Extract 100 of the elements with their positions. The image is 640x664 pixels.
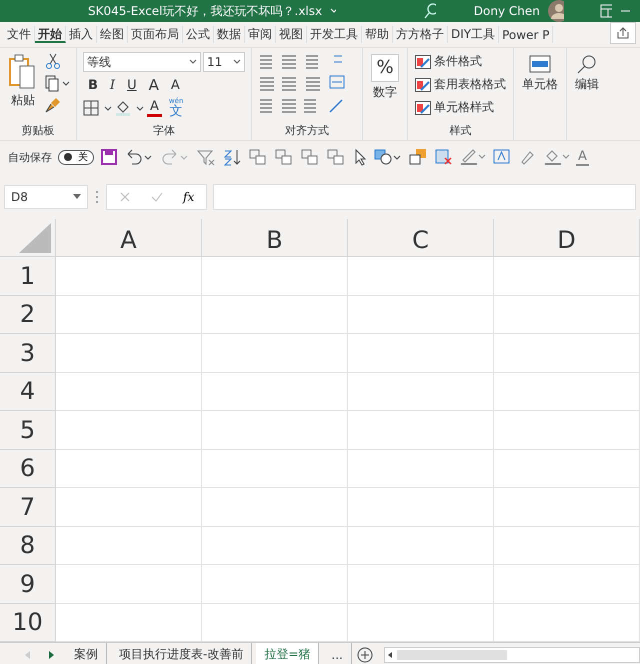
grid-cell[interactable] [56, 257, 202, 296]
row-header[interactable]: 8 [0, 526, 56, 565]
grid-cell[interactable] [56, 334, 202, 372]
grid-cell[interactable] [494, 565, 640, 604]
grid-cell[interactable] [56, 450, 202, 488]
grid-cell[interactable] [56, 296, 202, 334]
grid-cell[interactable] [202, 565, 348, 604]
avatar-icon[interactable] [548, 0, 564, 22]
ribbon-tab[interactable]: 开发工具 [307, 26, 362, 43]
grid-cell[interactable] [494, 296, 640, 334]
select-all-icon[interactable] [19, 223, 51, 253]
font-color-button[interactable]: A [147, 99, 162, 117]
grid-cell[interactable] [202, 488, 348, 526]
style-button[interactable]: 单元格样式 [414, 98, 507, 117]
grid-cell[interactable] [202, 411, 348, 450]
pen-icon[interactable] [460, 148, 486, 166]
grid-cell[interactable] [348, 526, 494, 565]
arrange-icon[interactable] [300, 148, 320, 166]
fill-color-icon[interactable] [544, 148, 570, 166]
style-button[interactable]: 套用表格格式 [414, 75, 507, 94]
borders-icon[interactable] [83, 99, 113, 117]
row-header[interactable]: 9 [0, 565, 56, 604]
number-button[interactable]: % 数字 [369, 52, 401, 118]
grid-cell[interactable] [348, 334, 494, 372]
grid-cell[interactable] [202, 296, 348, 334]
grid-cell[interactable] [202, 372, 348, 411]
sheet-tab[interactable]: 案例 [66, 643, 107, 664]
row-header[interactable]: 3 [0, 334, 56, 372]
shrink-font-button[interactable]: A [166, 78, 185, 92]
clear-filter-icon[interactable] [196, 148, 216, 166]
row-header[interactable]: 6 [0, 450, 56, 488]
column-header[interactable]: A [56, 219, 202, 257]
grid-cell[interactable] [202, 450, 348, 488]
ribbon-display-icon[interactable] [600, 4, 612, 18]
share-icon[interactable] [610, 22, 636, 44]
row-header[interactable]: 5 [0, 411, 56, 450]
underline-button[interactable]: U [122, 78, 142, 92]
ribbon-tab[interactable]: 数据 [214, 26, 245, 43]
font-size-dropdown[interactable]: 11 [203, 52, 245, 72]
font-name-dropdown[interactable]: 等线 [83, 52, 201, 72]
column-header[interactable]: B [202, 219, 348, 257]
search-icon[interactable] [424, 3, 436, 19]
autosave-toggle[interactable]: 关 [58, 150, 94, 164]
grid-cell[interactable] [348, 565, 494, 604]
formula-field[interactable] [213, 184, 636, 210]
row-header[interactable]: 10 [0, 604, 56, 642]
column-header[interactable]: D [494, 219, 640, 257]
grid-cell[interactable] [56, 526, 202, 565]
grid-cell[interactable] [348, 450, 494, 488]
row-header[interactable]: 2 [0, 296, 56, 334]
row-header[interactable]: 4 [0, 372, 56, 411]
ribbon-tab[interactable]: 审阅 [245, 26, 276, 43]
delete-table-icon[interactable] [434, 148, 454, 166]
ribbon-tab[interactable]: DIY工具 [448, 26, 500, 43]
ribbon-tab[interactable]: 方方格子 [393, 26, 448, 43]
text-box-icon[interactable] [492, 148, 512, 166]
font-color-button[interactable]: A [576, 148, 589, 166]
save-icon[interactable] [100, 148, 118, 166]
ribbon-tab[interactable]: 页面布局 [128, 26, 183, 43]
fill-color-icon[interactable] [115, 99, 145, 117]
scissors-icon[interactable] [44, 52, 62, 70]
grid-cell[interactable] [348, 296, 494, 334]
grid-cell[interactable] [494, 604, 640, 642]
grid-cell[interactable] [56, 411, 202, 450]
arrange-icon[interactable] [326, 148, 346, 166]
redo-icon[interactable] [160, 148, 190, 166]
column-header[interactable]: C [348, 219, 494, 257]
ribbon-tab[interactable]: 视图 [276, 26, 307, 43]
grid-cell[interactable] [494, 334, 640, 372]
sheet-tab[interactable]: 项目执行进度表-改善前 [111, 643, 252, 664]
name-box[interactable]: D8 [4, 185, 88, 209]
style-button[interactable]: 条件格式 [414, 52, 507, 71]
grid-cell[interactable] [494, 372, 640, 411]
ribbon-tab[interactable]: 文件 [4, 26, 35, 43]
grid-cell[interactable] [56, 372, 202, 411]
grid-cell[interactable] [348, 411, 494, 450]
grid-cell[interactable] [348, 488, 494, 526]
ribbon-tab[interactable]: 插入 [66, 26, 97, 43]
ribbon-tab[interactable]: 绘图 [97, 26, 128, 43]
ribbon-tab[interactable]: 公式 [183, 26, 214, 43]
grow-font-button[interactable]: A [144, 76, 164, 94]
copy-icon[interactable] [44, 74, 70, 92]
grid-cell[interactable] [56, 565, 202, 604]
sheet-tab[interactable]: ... [323, 643, 352, 664]
bold-button[interactable]: B [83, 78, 103, 92]
editing-button[interactable]: 编辑 [573, 52, 601, 118]
grid-cell[interactable] [202, 334, 348, 372]
row-header[interactable]: 7 [0, 488, 56, 526]
row-header[interactable]: 1 [0, 257, 56, 296]
check-icon[interactable] [151, 191, 163, 203]
sort-icon[interactable] [222, 148, 242, 166]
ribbon-tab[interactable]: Power P [499, 26, 554, 43]
grid-cell[interactable] [202, 526, 348, 565]
shapes-icon[interactable] [374, 148, 402, 166]
ribbon-tab[interactable]: 开始 [35, 26, 66, 43]
grid-cell[interactable] [348, 257, 494, 296]
grid-cell[interactable] [494, 488, 640, 526]
paste-button[interactable]: 粘贴 [6, 52, 40, 114]
grid-cell[interactable] [494, 257, 640, 296]
cancel-icon[interactable] [119, 191, 131, 203]
